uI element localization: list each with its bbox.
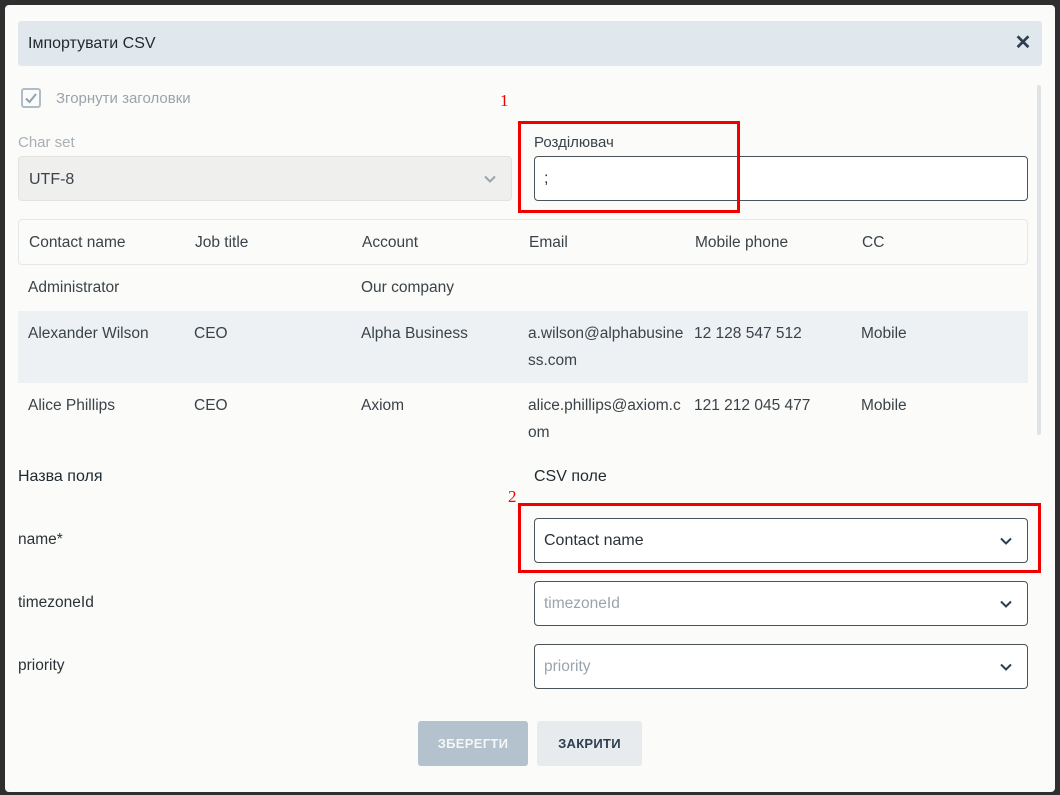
column-header: Email <box>529 234 568 251</box>
charset-label: Char set <box>18 134 75 151</box>
table-cell: a.wilson@alphabusiness.com <box>528 325 684 369</box>
mapping-select-priority[interactable]: priority <box>534 644 1028 689</box>
chevron-down-icon <box>1000 663 1012 671</box>
column-header: Job title <box>195 234 249 251</box>
mapping-select-placeholder: timezoneId <box>544 595 620 612</box>
annotation-box <box>518 503 1041 573</box>
table-cell: Our company <box>361 279 455 296</box>
csv-field-header: CSV поле <box>534 468 607 485</box>
table-row: Alexander Wilson CEO Alpha Business a.wi… <box>18 311 1028 383</box>
table-row: Alice Phillips CEO Axiom alice.phillips@… <box>18 383 1028 455</box>
import-csv-dialog: Імпортувати CSV ✕ Згорнути заголовки Cha… <box>5 5 1055 792</box>
close-button[interactable]: ЗАКРИТИ <box>537 721 642 766</box>
column-header: Contact name <box>29 234 126 251</box>
chevron-down-icon <box>484 175 496 183</box>
column-header: Mobile phone <box>695 234 789 251</box>
collapse-headers-checkbox-row[interactable]: Згорнути заголовки <box>21 87 191 109</box>
save-button[interactable]: ЗБЕРЕГТИ <box>418 721 528 766</box>
checkmark-icon <box>25 93 37 104</box>
mapping-field-label: priority <box>18 657 65 674</box>
annotation-box <box>518 121 740 213</box>
dialog-title: Імпортувати CSV <box>28 35 156 52</box>
charset-value: UTF-8 <box>29 171 75 188</box>
column-header: CC <box>862 234 885 251</box>
column-header: Account <box>362 234 419 251</box>
annotation-number: 2 <box>508 487 517 506</box>
charset-select: UTF-8 <box>18 156 512 201</box>
table-cell: 12 128 547 512 <box>694 325 802 342</box>
close-icon[interactable]: ✕ <box>1014 33 1032 53</box>
table-cell: Mobile <box>861 325 907 342</box>
field-name-header: Назва поля <box>18 468 103 485</box>
table-row: Administrator Our company <box>18 265 1028 311</box>
mapping-select-placeholder: priority <box>544 658 591 675</box>
chevron-down-icon <box>1000 600 1012 608</box>
table-cell: CEO <box>194 325 228 342</box>
table-cell: Alexander Wilson <box>28 325 149 342</box>
csv-preview-table: Contact name Job title Account Email Mob… <box>18 219 1028 455</box>
table-cell: CEO <box>194 397 228 414</box>
mapping-field-label: timezoneId <box>18 594 94 611</box>
collapse-headers-checkbox[interactable] <box>21 88 41 108</box>
table-cell: Alice Phillips <box>28 397 116 414</box>
scrollbar[interactable] <box>1037 85 1041 435</box>
table-cell: alice.phillips@axiom.com <box>528 397 681 441</box>
table-cell: Administrator <box>28 279 120 296</box>
preview-header-row: Contact name Job title Account Email Mob… <box>18 219 1028 265</box>
table-cell: 121 212 045 477 <box>694 397 811 414</box>
collapse-headers-label: Згорнути заголовки <box>56 89 191 107</box>
table-cell: Alpha Business <box>361 325 468 342</box>
mapping-field-label: name* <box>18 531 63 548</box>
table-cell: Axiom <box>361 397 405 414</box>
mapping-select-timezone[interactable]: timezoneId <box>534 581 1028 626</box>
table-cell: Mobile <box>861 397 907 414</box>
dialog-header: Імпортувати CSV ✕ <box>18 21 1042 66</box>
annotation-number: 1 <box>500 91 509 110</box>
